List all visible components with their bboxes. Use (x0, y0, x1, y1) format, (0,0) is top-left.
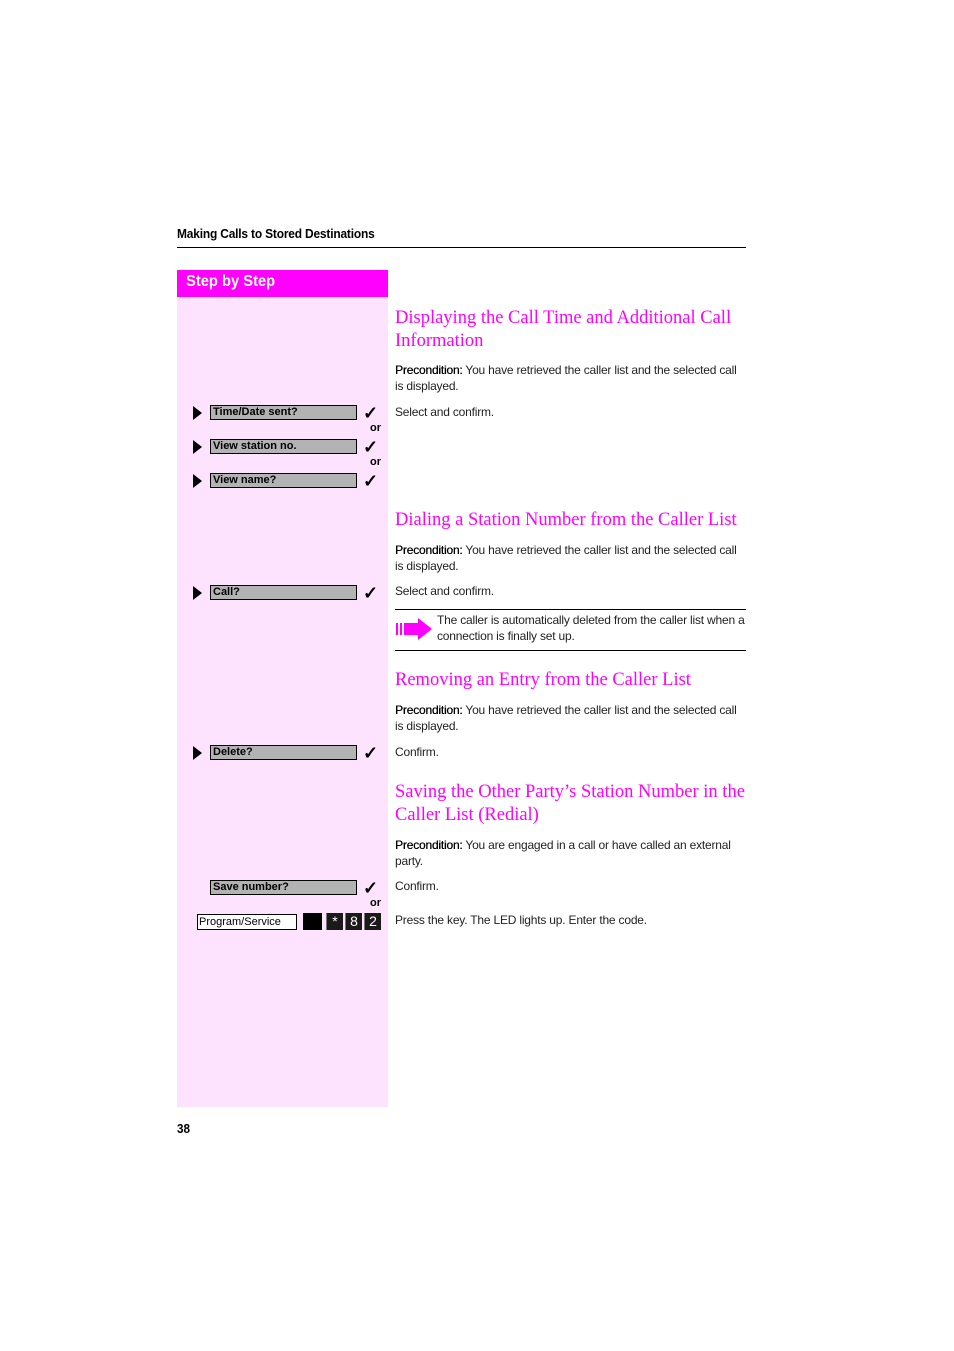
precondition: Precondition: You have retrieved the cal… (395, 362, 747, 394)
display-option[interactable]: View name? (210, 473, 357, 488)
note-rule-bottom (395, 650, 746, 651)
section-title: Dialing a Station Number from the Caller… (395, 510, 737, 530)
precondition-label: Precondition: (395, 838, 463, 852)
arrow-right-icon (396, 618, 432, 645)
precondition: Precondition: You have retrieved the cal… (395, 702, 747, 734)
display-option[interactable]: Save number? (210, 880, 357, 895)
section-title: Saving the Other Party’s Station Number … (395, 782, 745, 825)
precondition-label: Precondition: (395, 703, 463, 717)
checkmark-icon[interactable]: ✓ (363, 744, 378, 762)
program-service-key[interactable]: Program/Service (197, 914, 297, 930)
led-indicator (303, 913, 322, 930)
or-label: or (370, 456, 381, 468)
checkmark-icon[interactable]: ✓ (363, 584, 378, 602)
precondition: Precondition: You are engaged in a call … (395, 837, 747, 869)
checkmark-icon[interactable]: ✓ (363, 879, 378, 897)
section-title: Displaying the Call Time and Additional … (395, 308, 732, 351)
note-text: The caller is automatically deleted from… (437, 613, 745, 643)
checkmark-icon[interactable]: ✓ (363, 438, 378, 456)
header-rule (177, 247, 746, 248)
display-option[interactable]: View station no. (210, 439, 357, 454)
triangle-right-icon (193, 440, 202, 454)
step-by-step-header: Step by Step (177, 270, 388, 297)
running-header: Making Calls to Stored Destinations (177, 226, 375, 241)
precondition: Precondition: You have retrieved the cal… (395, 542, 747, 574)
instruction: Confirm. (395, 879, 439, 893)
checkmark-icon[interactable]: ✓ (363, 472, 378, 490)
triangle-right-icon (193, 474, 202, 488)
note-rule-top (395, 609, 746, 610)
page-number: 38 (177, 1121, 191, 1136)
instruction: Confirm. (395, 745, 439, 759)
key-2[interactable]: 2 (364, 913, 381, 930)
display-option[interactable]: Time/Date sent? (210, 405, 357, 420)
or-label: or (370, 897, 381, 909)
key-star[interactable]: * (326, 913, 343, 930)
instruction: Press the key. The LED lights up. Enter … (395, 913, 647, 927)
display-option[interactable]: Delete? (210, 745, 357, 760)
instruction: Select and confirm. (395, 584, 494, 598)
instruction: Select and confirm. (395, 405, 494, 419)
triangle-right-icon (193, 746, 202, 760)
display-option[interactable]: Call? (210, 585, 357, 600)
or-label: or (370, 422, 381, 434)
section-title: Removing an Entry from the Caller List (395, 670, 691, 690)
triangle-right-icon (193, 586, 202, 600)
checkmark-icon[interactable]: ✓ (363, 404, 378, 422)
precondition-label: Precondition: (395, 363, 463, 377)
triangle-right-icon (193, 406, 202, 420)
key-8[interactable]: 8 (345, 913, 362, 930)
step-by-step-label: Step by Step (186, 273, 276, 290)
precondition-label: Precondition: (395, 543, 463, 557)
